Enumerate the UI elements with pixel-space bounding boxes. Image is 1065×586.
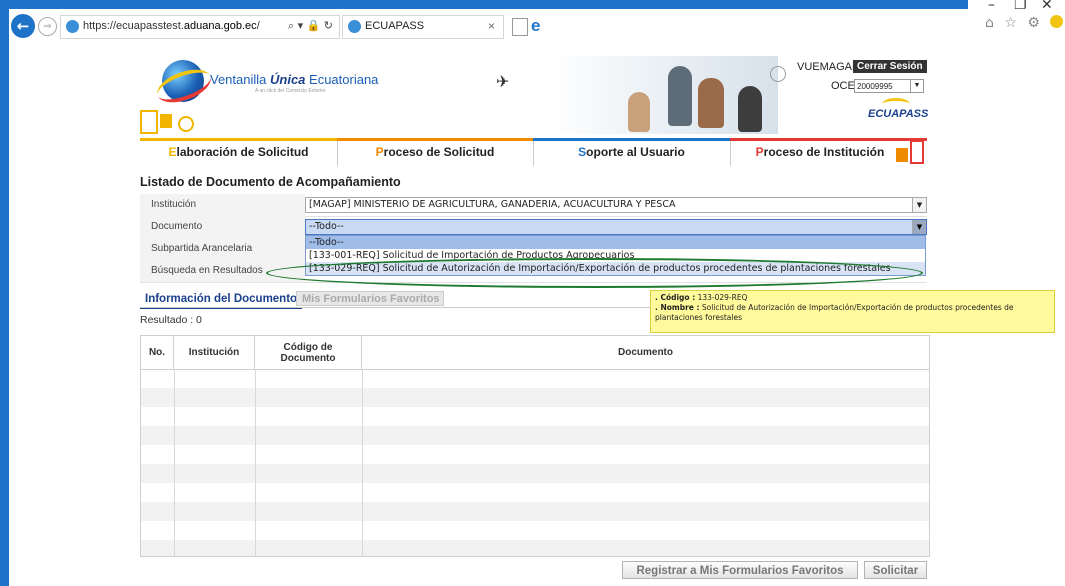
chevron-down-icon[interactable]: ▼ xyxy=(912,220,926,234)
table-header: No. Institución Código de Documento Docu… xyxy=(141,336,929,370)
browser-tools[interactable]: ⌂ ☆ ⚙ xyxy=(985,15,1064,31)
edge-icon[interactable]: e xyxy=(531,16,540,36)
address-bar[interactable]: https://ecuapasstest.aduana.gob.ec/ ⌕ ▾ … xyxy=(60,15,340,39)
back-button[interactable]: ← xyxy=(11,14,35,38)
tab-close-icon[interactable]: × xyxy=(488,19,495,33)
tab-mis-formularios-favoritos[interactable]: Mis Formularios Favoritos xyxy=(296,291,444,306)
column-header-no[interactable]: No. xyxy=(141,336,174,369)
forward-button[interactable]: ⇒ xyxy=(38,17,57,36)
vue-logo-subtitle: A un click del Comercio Exterior xyxy=(255,88,326,94)
table-row xyxy=(141,369,929,388)
page-title: Listado de Documento de Acompañamiento xyxy=(140,175,401,189)
close-window-button[interactable]: ✕ xyxy=(1041,0,1053,13)
busqueda-label: Búsqueda en Resultados xyxy=(140,260,305,282)
user-name: VUEMAGAP xyxy=(797,61,860,73)
ecuapass-logo: ECUAPASS xyxy=(868,98,928,120)
banner-person xyxy=(668,66,692,126)
institution-building-icon xyxy=(896,140,926,166)
tab-title: ECUAPASS xyxy=(365,20,425,32)
institution-building-icon-part xyxy=(910,140,924,164)
documento-select[interactable]: --Todo-- ▼ xyxy=(305,219,927,235)
nav-proceso-institucion[interactable]: Proceso de Institución xyxy=(730,141,910,166)
refresh-icon xyxy=(178,116,194,132)
table-column-divider xyxy=(174,369,175,556)
ie-page-icon xyxy=(66,20,79,33)
column-header-codigo[interactable]: Código de Documento xyxy=(255,336,362,369)
smiley-feedback-icon[interactable] xyxy=(1050,15,1064,28)
logout-button[interactable]: Cerrar Sesión xyxy=(853,60,927,73)
table-row xyxy=(141,483,929,502)
table-row xyxy=(141,540,929,556)
table-row xyxy=(141,502,929,521)
vue-logo-text: Ventanilla Única Ecuatoriana xyxy=(210,72,379,87)
dropdown-option[interactable]: --Todo-- xyxy=(306,236,925,249)
building-icon xyxy=(140,110,158,134)
new-tab-button[interactable] xyxy=(512,18,528,36)
browser-tab[interactable]: ECUAPASS × xyxy=(342,15,504,39)
banner-person xyxy=(628,92,650,132)
banner-person xyxy=(738,86,762,132)
results-table: No. Institución Código de Documento Docu… xyxy=(140,335,930,557)
dropdown-option[interactable]: [133-001-REQ] Solicitud de Importación d… xyxy=(306,249,925,262)
nav-soporte-usuario[interactable]: Soporte al Usuario xyxy=(533,141,730,166)
column-header-documento[interactable]: Documento xyxy=(362,336,929,369)
institucion-value: [MAGAP] MINISTERIO DE AGRICULTURA, GANAD… xyxy=(309,199,676,210)
oce-select[interactable]: 20009995 ▼ xyxy=(854,79,924,93)
documento-label: Documento xyxy=(140,216,305,238)
document-icon xyxy=(160,114,172,128)
documento-value: --Todo-- xyxy=(309,221,344,232)
chevron-down-icon[interactable]: ▼ xyxy=(910,80,923,92)
window-frame-left xyxy=(0,0,9,586)
oce-label: OCE xyxy=(831,80,855,92)
register-favorites-button[interactable]: Registrar a Mis Formularios Favoritos xyxy=(622,561,858,579)
institucion-label: Institución xyxy=(140,194,305,216)
main-nav: Elaboración de Solicitud Proceso de Soli… xyxy=(140,138,927,166)
result-count: Resultado : 0 xyxy=(140,314,202,326)
minimize-button[interactable]: – xyxy=(988,0,995,13)
table-column-divider xyxy=(255,369,256,556)
tooltip-code: . Código : 133-029-REQ xyxy=(655,293,748,302)
column-header-institucion[interactable]: Institución xyxy=(174,336,255,369)
ie-tab-icon xyxy=(348,20,361,33)
institucion-select[interactable]: [MAGAP] MINISTERIO DE AGRICULTURA, GANAD… xyxy=(305,197,927,213)
restore-button[interactable]: ❐ xyxy=(1014,0,1027,13)
table-row xyxy=(141,388,929,407)
tabs-divider xyxy=(140,307,650,308)
window-frame-top xyxy=(0,0,1065,9)
table-column-divider xyxy=(362,369,363,556)
oce-value: 20009995 xyxy=(857,82,893,91)
solicitar-button[interactable]: Solicitar xyxy=(864,561,927,579)
table-row xyxy=(141,464,929,483)
ecuapass-swoosh-icon xyxy=(882,98,910,111)
nav-elaboracion-solicitud[interactable]: Elaboración de Solicitud xyxy=(140,141,337,166)
chevron-down-icon[interactable]: ▼ xyxy=(912,198,926,212)
address-url: https://ecuapasstest.aduana.gob.ec/ xyxy=(83,20,260,32)
tooltip-name: . Nombre : Solicitud de Autorización de … xyxy=(655,303,1014,322)
dropdown-option[interactable]: [133-029-REQ] Solicitud de Autorización … xyxy=(306,262,925,275)
option-tooltip: . Código : 133-029-REQ . Nombre : Solici… xyxy=(650,290,1055,333)
form-row-institucion: Institución [MAGAP] MINISTERIO DE AGRICU… xyxy=(140,194,927,217)
nav-proceso-solicitud[interactable]: Proceso de Solicitud xyxy=(337,141,533,166)
address-controls[interactable]: ⌕ ▾ 🔒 ↻ xyxy=(288,19,333,33)
subpartida-label: Subpartida Arancelaria xyxy=(140,238,305,260)
table-row xyxy=(141,407,929,426)
clock-icon xyxy=(770,66,786,82)
table-row xyxy=(141,445,929,464)
header-deco-icons xyxy=(140,110,202,134)
banner-person xyxy=(698,78,724,128)
institution-building-icon-part xyxy=(896,148,908,162)
table-row xyxy=(141,521,929,540)
header-banner-image xyxy=(548,56,778,134)
airplane-icon: ✈ xyxy=(496,72,510,91)
table-row xyxy=(141,426,929,445)
content-tabs: Información del Documento Mis Formulario… xyxy=(140,291,650,309)
browser-tool-icons[interactable]: ⌂ ☆ ⚙ xyxy=(985,15,1043,31)
documento-dropdown-list[interactable]: --Todo-- [133-001-REQ] Solicitud de Impo… xyxy=(305,235,926,276)
